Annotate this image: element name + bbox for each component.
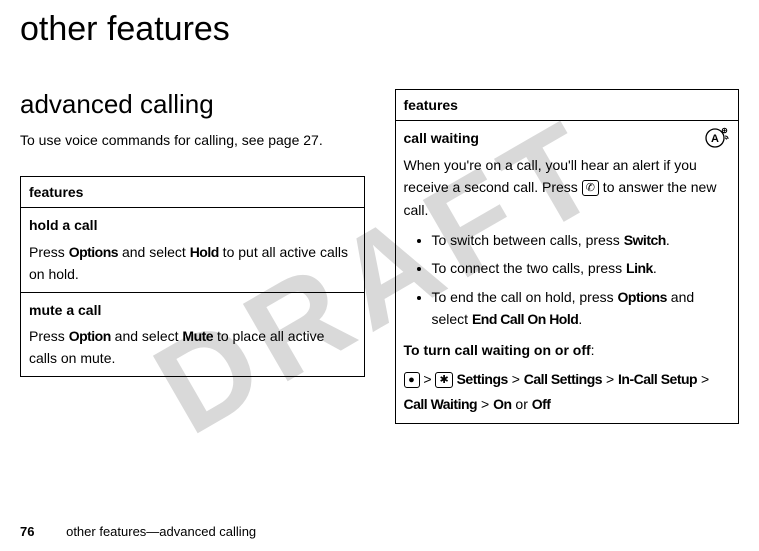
columns: advanced calling To use voice commands f… [20,89,739,424]
text: . [666,232,670,248]
ui-keyword: On [493,396,511,412]
autodial-icon: A [704,127,730,149]
ui-keyword: Options [618,289,667,305]
text: Press [29,244,69,260]
feature-body: When you're on a call, you'll hear an al… [404,154,731,221]
path-sep: > [423,371,431,387]
table-row: call waiting A [396,121,739,423]
page-number: 76 [20,524,34,539]
text: Press [29,328,69,344]
bullet-list: To switch between calls, press Switch. T… [404,229,731,331]
menu-path: ● > ✱ Settings > Call Settings > In-Call… [404,367,731,417]
text: To end the call on hold, press [432,289,618,305]
ui-keyword: Options [69,244,118,260]
ui-keyword: Link [626,260,653,276]
ui-keyword: Settings [457,371,508,387]
ui-keyword: Call Settings [524,371,602,387]
text: To switch between calls, press [432,232,624,248]
list-item: To end the call on hold, press Options a… [432,286,731,331]
intro-text: To use voice commands for calling, see p… [20,132,365,148]
feature-body: Press Options and select Hold to put all… [29,241,356,286]
left-column: advanced calling To use voice commands f… [20,89,365,377]
ui-keyword: In-Call Setup [618,371,697,387]
ui-keyword: Off [532,396,551,412]
ui-keyword: Option [69,328,111,344]
ui-keyword: Hold [190,244,219,260]
path-sep: > [481,396,489,412]
text: or [512,396,532,412]
ui-keyword: Mute [182,328,213,344]
center-key-icon: ● [404,372,420,388]
text: . [578,311,582,327]
features-table-left: features hold a call Press Options and s… [20,176,365,377]
toggle-label: To turn call waiting on or off [404,342,591,358]
svg-text:A: A [711,133,719,145]
features-table-right: features call waiting A [395,89,740,424]
table-header: features [21,177,364,208]
table-row: hold a call Press Options and select Hol… [21,208,364,292]
feature-title: mute a call [29,299,356,321]
feature-body: Press Option and select Mute to place al… [29,325,356,370]
page-content: other features advanced calling To use v… [20,10,739,424]
text: and select [118,244,190,260]
feature-title: hold a call [29,214,356,236]
footer-section: other features—advanced calling [66,524,256,539]
section-heading: advanced calling [20,89,365,120]
text: and select [111,328,183,344]
settings-key-icon: ✱ [435,372,452,388]
page-title: other features [20,10,739,49]
answer-key-icon: ✆ [582,180,599,196]
path-sep: > [701,371,709,387]
ui-keyword: End Call On Hold [472,311,578,327]
text: To connect the two calls, press [432,260,627,276]
path-sep: > [606,371,614,387]
toggle-instruction: To turn call waiting on or off: [404,339,731,361]
table-row: mute a call Press Option and select Mute… [21,293,364,376]
right-column: features call waiting A [395,89,740,424]
feature-title: call waiting [404,127,479,149]
page-footer: 76 other features—advanced calling [20,524,256,539]
ui-keyword: Call Waiting [404,396,478,412]
list-item: To switch between calls, press Switch. [432,229,731,251]
list-item: To connect the two calls, press Link. [432,257,731,279]
table-header: features [396,90,739,121]
path-sep: > [512,371,520,387]
ui-keyword: Switch [624,232,666,248]
text: . [653,260,657,276]
